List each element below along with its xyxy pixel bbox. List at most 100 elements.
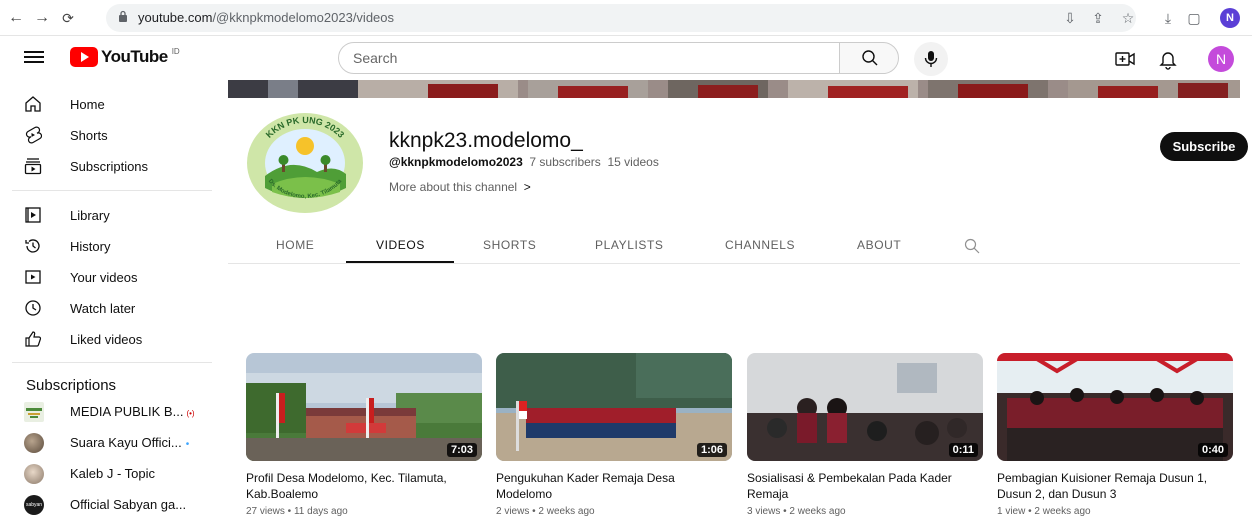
upload-age: 2 weeks ago <box>538 506 595 517</box>
reload-icon[interactable]: ⟳ <box>58 8 78 28</box>
youtube-logo[interactable]: YouTube ID <box>70 46 180 68</box>
channel-tabs: HOME VIDEOS SHORTS PLAYLISTS CHANNELS AB… <box>228 232 1240 264</box>
thumbnail-image <box>747 353 983 461</box>
subscription-name: Official Sabyan ga... <box>70 497 187 512</box>
browser-profile-avatar[interactable]: N <box>1220 8 1240 28</box>
subscription-item[interactable]: MEDIA PUBLIK B... (•) <box>0 397 226 427</box>
lock-icon <box>119 10 127 22</box>
search-container <box>338 42 840 74</box>
your-videos-icon <box>25 270 41 284</box>
active-tab-indicator <box>346 261 454 263</box>
view-count: 3 views <box>747 506 781 517</box>
video-meta: 2 views • 2 weeks ago <box>496 506 595 517</box>
video-duration: 7:03 <box>446 443 477 457</box>
tab-home[interactable]: HOME <box>276 238 314 252</box>
more-about-label: More about this channel <box>389 180 518 194</box>
subscription-label: Suara Kayu Offici... • <box>70 435 189 450</box>
channel-avatar-large[interactable]: KKN PK UNG 2023 Ds. Modelomo, Kec. Tilam… <box>246 112 364 214</box>
shorts-icon <box>25 126 42 144</box>
search-icon <box>862 50 878 66</box>
video-thumbnail[interactable]: 7:03 <box>246 353 482 461</box>
tab-channels[interactable]: CHANNELS <box>725 238 795 252</box>
video-duration: 0:11 <box>948 443 978 457</box>
channel-name: kknpk23.modelomo_ <box>389 129 583 152</box>
video-title[interactable]: Pembagian Kuisioner Remaja Dusun 1, Dusu… <box>997 470 1225 502</box>
channel-search-icon[interactable] <box>964 238 980 254</box>
channel-avatar <box>24 464 44 484</box>
video-title[interactable]: Sosialisasi & Pembekalan Pada Kader Rema… <box>747 470 975 502</box>
home-icon <box>25 96 41 112</box>
channel-avatar: sabyan <box>24 495 44 515</box>
video-thumbnail[interactable]: 1:06 <box>496 353 732 461</box>
live-badge: (•) <box>186 409 195 418</box>
region-code: ID <box>171 46 180 56</box>
subscription-name: Suara Kayu Offici... <box>70 435 182 450</box>
video-title[interactable]: Profil Desa Modelomo, Kec. Tilamuta, Kab… <box>246 470 474 502</box>
sidebar-item-history[interactable]: History <box>0 232 226 262</box>
sidebar-label: Home <box>70 97 105 112</box>
video-thumbnail[interactable]: 0:11 <box>747 353 983 461</box>
sidebar-label: Library <box>70 208 110 223</box>
subscription-item[interactable]: Kaleb J - Topic <box>0 459 226 489</box>
sidebar-label: History <box>70 239 111 254</box>
upload-age: 2 weeks ago <box>789 506 846 517</box>
address-bar[interactable]: youtube.com/@kknpkmodelomo2023/videos <box>106 4 1136 32</box>
tab-playlists[interactable]: PLAYLISTS <box>595 238 664 252</box>
watch-later-icon <box>25 300 41 316</box>
hamburger-menu-icon[interactable] <box>24 48 44 68</box>
side-panel-icon[interactable]: ▢ <box>1184 8 1204 28</box>
video-thumbnail[interactable]: 0:40 <box>997 353 1233 461</box>
channel-avatar <box>24 402 44 422</box>
sidebar-item-liked-videos[interactable]: Liked videos <box>0 325 226 355</box>
video-duration: 0:40 <box>1197 443 1228 457</box>
subscription-name: Kaleb J - Topic <box>70 466 156 481</box>
browser-toolbar: ← → ⟳ youtube.com/@kknpkmodelomo2023/vid… <box>0 0 1252 36</box>
video-card[interactable]: 0:11 Sosialisasi & Pembekalan Pada Kader… <box>747 353 983 517</box>
video-title[interactable]: Pengukuhan Kader Remaja Desa Modelomo <box>496 470 724 502</box>
video-card[interactable]: 7:03 Profil Desa Modelomo, Kec. Tilamuta… <box>246 353 482 517</box>
tab-about[interactable]: ABOUT <box>857 238 901 252</box>
share-icon[interactable]: ⇪ <box>1088 8 1108 28</box>
tab-videos[interactable]: VIDEOS <box>376 238 425 252</box>
video-card[interactable]: 1:06 Pengukuhan Kader Remaja Desa Modelo… <box>496 353 732 517</box>
sidebar-item-home[interactable]: Home <box>0 90 226 120</box>
video-count: 15 videos <box>607 155 659 169</box>
video-card[interactable]: 0:40 Pembagian Kuisioner Remaja Dusun 1,… <box>997 353 1233 517</box>
sidebar-item-watch-later[interactable]: Watch later <box>0 294 226 324</box>
media-publik-logo-icon <box>26 408 42 418</box>
notifications-bell-icon[interactable] <box>1157 48 1179 70</box>
subscriptions-icon <box>24 158 42 175</box>
url-host: youtube.com <box>138 10 213 25</box>
download-icon[interactable]: ⤓ <box>1158 8 1178 28</box>
channel-stats: @kknpkmodelomo2023 7 subscribers 15 vide… <box>389 155 659 169</box>
channel-handle: @kknpkmodelomo2023 <box>389 155 523 169</box>
upload-age: 11 days ago <box>293 506 348 517</box>
bookmark-star-icon[interactable]: ☆ <box>1118 8 1138 28</box>
chevron-right-icon: > <box>523 180 531 194</box>
account-avatar[interactable]: N <box>1208 46 1234 72</box>
sidebar-item-library[interactable]: Library <box>0 201 226 231</box>
more-about-channel-link[interactable]: More about this channel > <box>389 180 531 194</box>
sidebar-divider <box>12 362 212 363</box>
forward-arrow-icon[interactable]: → <box>32 8 52 28</box>
channel-avatar <box>24 433 44 453</box>
back-arrow-icon[interactable]: ← <box>6 8 26 28</box>
video-meta: 3 views • 2 weeks ago <box>747 506 846 517</box>
upload-age: 2 weeks ago <box>1034 506 1091 517</box>
voice-search-button[interactable] <box>914 42 948 76</box>
subscribe-button[interactable]: Subscribe <box>1160 132 1248 161</box>
install-icon[interactable]: ⇩ <box>1060 8 1080 28</box>
sidebar-item-subscriptions[interactable]: Subscriptions <box>0 152 226 182</box>
sidebar-item-your-videos[interactable]: Your videos <box>0 263 226 293</box>
youtube-play-icon <box>70 47 98 67</box>
kkn-logo-icon: KKN PK UNG 2023 Ds. Modelomo, Kec. Tilam… <box>247 113 363 213</box>
sidebar-label: Liked videos <box>70 332 143 347</box>
subscription-item[interactable]: sabyan Official Sabyan ga... <box>0 490 226 520</box>
search-input[interactable] <box>339 43 839 73</box>
search-button[interactable] <box>839 42 899 74</box>
tab-shorts[interactable]: SHORTS <box>483 238 536 252</box>
create-video-icon[interactable] <box>1114 48 1136 70</box>
subscription-item[interactable]: Suara Kayu Offici... • <box>0 428 226 458</box>
view-count: 1 view <box>997 506 1026 517</box>
sidebar-item-shorts[interactable]: Shorts <box>0 121 226 151</box>
